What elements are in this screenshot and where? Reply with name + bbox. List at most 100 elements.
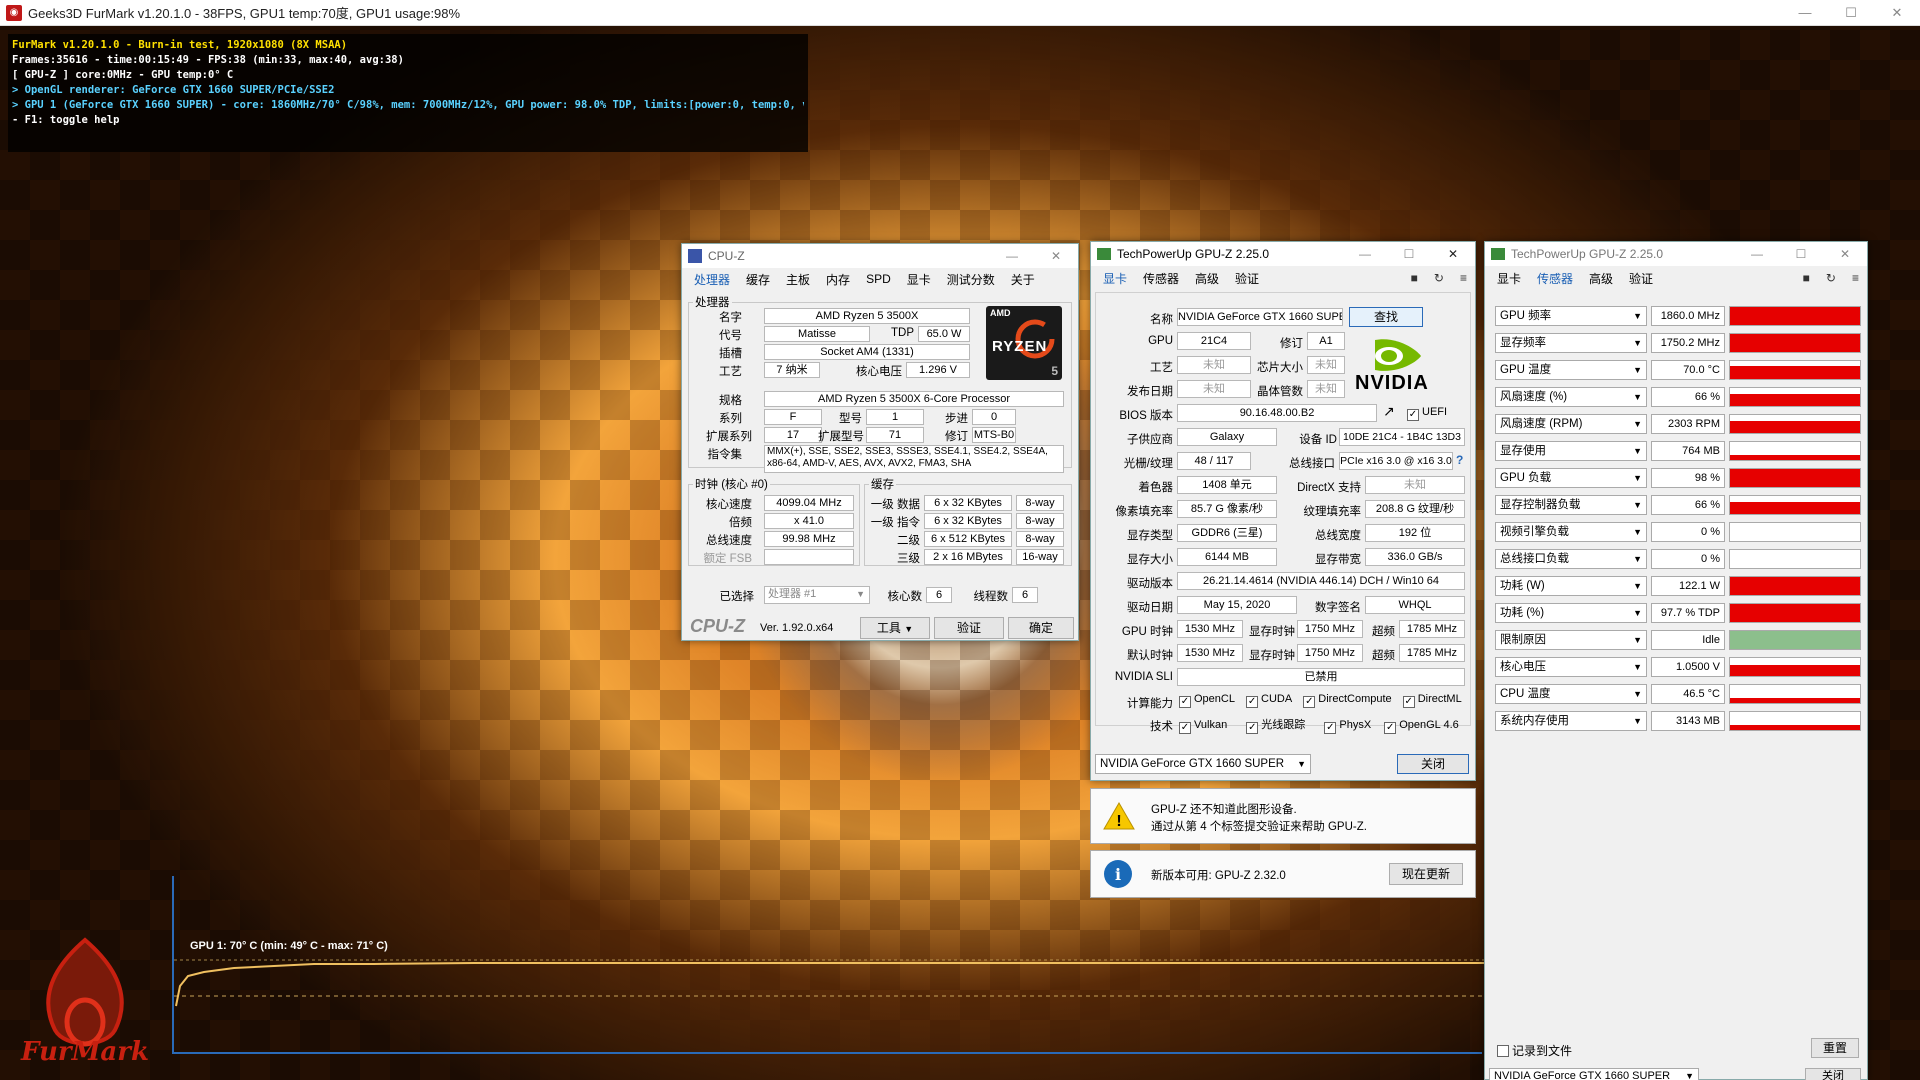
chevron-down-icon: ▼ [1633, 338, 1642, 348]
tab-advanced[interactable]: 高级 [1187, 270, 1227, 287]
tab-sensors[interactable]: 传感器 [1135, 270, 1187, 287]
tab-graphics-card[interactable]: 显卡 [1489, 270, 1529, 287]
tab-memory[interactable]: 内存 [818, 271, 858, 288]
chevron-down-icon: ▼ [904, 624, 914, 634]
gpuz-maximize-button[interactable]: ☐ [1387, 242, 1431, 266]
tab-validation[interactable]: 验证 [1227, 270, 1267, 287]
sensor-name-select[interactable]: GPU 负载 ▼ [1495, 468, 1647, 488]
sensor-name: 功耗 (%) [1500, 607, 1545, 619]
extmodel-label: 扩展型号 [818, 431, 864, 443]
validate-button[interactable]: 验证 [934, 617, 1004, 639]
sensor-value: 66 % [1651, 495, 1725, 515]
default-memory-value: 1750 MHz [1297, 644, 1363, 662]
sensor-name-select[interactable]: 核心电压 ▼ [1495, 657, 1647, 677]
socket-label: 插槽 [719, 348, 742, 360]
physx-checkbox[interactable]: ✓ PhysX [1324, 719, 1371, 734]
sensor-name-select[interactable]: 显存控制器负载 ▼ [1495, 495, 1647, 515]
tab-spd[interactable]: SPD [858, 272, 899, 286]
close-button[interactable]: ✕ [1874, 0, 1920, 26]
tab-about[interactable]: 关于 [1003, 271, 1043, 288]
gpuz-minimize-button[interactable]: — [1343, 242, 1387, 266]
share-icon[interactable]: ↗ [1383, 403, 1395, 420]
log-to-file-checkbox[interactable]: 记录到文件 [1497, 1042, 1572, 1059]
sensor-name-select[interactable]: 功耗 (%) ▼ [1495, 603, 1647, 623]
tab-mainboard[interactable]: 主板 [778, 271, 818, 288]
tab-advanced[interactable]: 高级 [1581, 270, 1621, 287]
processor-select[interactable]: 处理器 #1 ▼ [764, 586, 870, 604]
menu-icon[interactable]: ≡ [1452, 271, 1475, 285]
update-now-button[interactable]: 现在更新 [1389, 863, 1463, 885]
tools-button[interactable]: 工具 ▼ [860, 617, 930, 639]
maximize-button[interactable]: ☐ [1828, 0, 1874, 26]
sensor-name-select[interactable]: GPU 温度 ▼ [1495, 360, 1647, 380]
subvendor-value: Galaxy [1177, 428, 1277, 446]
refresh-icon[interactable]: ↻ [1818, 271, 1844, 285]
tab-sensors[interactable]: 传感器 [1529, 270, 1581, 287]
raytracing-checkbox[interactable]: ✓ 光线跟踪 [1246, 719, 1305, 734]
camera-icon[interactable]: ■ [1403, 271, 1426, 285]
process-label: 工艺 [719, 366, 742, 378]
directcompute-checkbox[interactable]: ✓ DirectCompute [1303, 693, 1392, 708]
sensors-gpu-select[interactable]: NVIDIA GeForce GTX 1660 SUPER ▼ [1489, 1068, 1699, 1080]
desktop: ◉ Geeks3D FurMark v1.20.1.0 - 38FPS, GPU… [0, 0, 1920, 1080]
uefi-checkbox[interactable]: ✓ UEFI [1407, 406, 1447, 421]
tab-processor[interactable]: 处理器 [686, 271, 738, 288]
cpuz-close-button[interactable]: ✕ [1034, 244, 1078, 268]
ok-button[interactable]: 确定 [1008, 617, 1074, 639]
vulkan-checkbox[interactable]: ✓ Vulkan [1179, 719, 1227, 734]
lookup-button[interactable]: 查找 [1349, 307, 1423, 327]
cache-l1d-size: 6 x 32 KBytes [924, 495, 1012, 511]
directml-checkbox[interactable]: ✓ DirectML [1402, 693, 1462, 708]
cpuz-tabs: 处理器 缓存 主板 内存 SPD 显卡 测试分数 关于 [682, 268, 1078, 290]
gpuz-window[interactable]: TechPowerUp GPU-Z 2.25.0 — ☐ ✕ 显卡 传感器 高级 验… [1090, 241, 1476, 781]
sensor-name-select[interactable]: CPU 温度 ▼ [1495, 684, 1647, 704]
refresh-icon[interactable]: ↻ [1426, 271, 1452, 285]
tab-graphics-card[interactable]: 显卡 [1095, 270, 1135, 287]
cuda-checkbox[interactable]: ✓ CUDA [1246, 693, 1292, 708]
sensor-name-select[interactable]: 系统内存使用 ▼ [1495, 711, 1647, 731]
sensor-value: 70.0 °C [1651, 360, 1725, 380]
sensors-close-btn[interactable]: 关闭 [1805, 1068, 1861, 1080]
opencl-checkbox[interactable]: ✓ OpenCL [1179, 693, 1235, 708]
instr-label: 指令集 [707, 449, 743, 461]
tab-validation[interactable]: 验证 [1621, 270, 1661, 287]
gpuz-sensors-window[interactable]: TechPowerUp GPU-Z 2.25.0 — ☐ ✕ 显卡 传感器 高级 验… [1484, 241, 1868, 1080]
sensor-name-select[interactable]: 视频引擎负载 ▼ [1495, 522, 1647, 542]
gpuz-close-button[interactable]: ✕ [1431, 242, 1475, 266]
revision-label: 修订 [1280, 338, 1303, 350]
tab-cache[interactable]: 缓存 [738, 271, 778, 288]
sensors-minimize-button[interactable]: — [1735, 242, 1779, 266]
gpu-select[interactable]: NVIDIA GeForce GTX 1660 SUPER ▼ [1095, 754, 1311, 774]
camera-icon[interactable]: ■ [1795, 271, 1818, 285]
sensor-name-select[interactable]: GPU 频率 ▼ [1495, 306, 1647, 326]
default-boost-value: 1785 MHz [1399, 644, 1465, 662]
sensor-name-select[interactable]: 风扇速度 (RPM) ▼ [1495, 414, 1647, 434]
cpuz-minimize-button[interactable]: — [990, 244, 1034, 268]
opengl-checkbox[interactable]: ✓ OpenGL 4.6 [1384, 719, 1459, 734]
sensors-maximize-button[interactable]: ☐ [1779, 242, 1823, 266]
sensor-graph-fill [1730, 697, 1860, 703]
sensor-name-select[interactable]: 风扇速度 (%) ▼ [1495, 387, 1647, 407]
sensor-graph [1729, 630, 1861, 650]
sensor-name-select[interactable]: 功耗 (W) ▼ [1495, 576, 1647, 596]
sensor-name-select[interactable]: 限制原因 ▼ [1495, 630, 1647, 650]
tab-bench[interactable]: 测试分数 [939, 271, 1003, 288]
furmark-logo: FurMark [10, 930, 160, 1067]
cpuz-window[interactable]: CPU-Z — ✕ 处理器 缓存 主板 内存 SPD 显卡 测试分数 关于 处理器… [681, 243, 1079, 641]
help-icon[interactable]: ? [1456, 453, 1463, 467]
tab-graphics[interactable]: 显卡 [899, 271, 939, 288]
menu-icon[interactable]: ≡ [1844, 271, 1867, 285]
sensor-name-select[interactable]: 显存使用 ▼ [1495, 441, 1647, 461]
chevron-down-icon: ▼ [1297, 759, 1306, 769]
sensor-graph-fill [1730, 577, 1860, 595]
minimize-button[interactable]: — [1782, 0, 1828, 26]
default-memory-label: 显存时钟 [1249, 650, 1295, 662]
reset-button[interactable]: 重置 [1811, 1038, 1859, 1058]
sensors-close-button[interactable]: ✕ [1823, 242, 1867, 266]
sensor-name-select[interactable]: 显存频率 ▼ [1495, 333, 1647, 353]
furmark-hud: FurMark v1.20.1.0 - Burn-in test, 1920x1… [8, 34, 808, 152]
chevron-down-icon: ▼ [1633, 581, 1642, 591]
gpuz-close-btn[interactable]: 关闭 [1397, 754, 1469, 774]
sensor-name-select[interactable]: 总线接口负载 ▼ [1495, 549, 1647, 569]
default-clock-label: 默认时钟 [1127, 650, 1173, 662]
